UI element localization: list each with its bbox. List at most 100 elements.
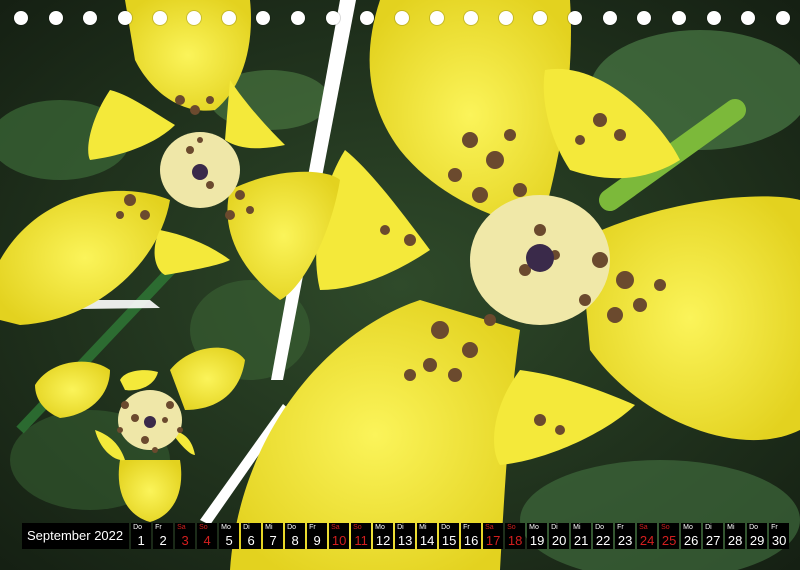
weekday-abbrev: So: [507, 524, 516, 531]
day-cell: Mo 12: [373, 523, 394, 549]
day-number: 18: [507, 533, 523, 548]
day-number: 2: [159, 533, 167, 548]
weekday-abbrev: Mi: [419, 524, 427, 531]
day-number: 17: [485, 533, 501, 548]
day-cell: Mo 19: [527, 523, 548, 549]
binding-hole: [706, 11, 721, 25]
day-cell: Mi 7: [263, 523, 284, 549]
binding-hole: [394, 11, 409, 25]
month-label: September 2022: [22, 523, 130, 549]
day-cell: Sa 17: [483, 523, 504, 549]
calendar-strip: September 2022 Do 1 Fr 2 Sa 3 So 4 Mo 5 Di 6 Mi 7 Do 8 F…: [22, 523, 790, 549]
weekday-abbrev: Sa: [177, 524, 186, 531]
weekday-abbrev: Sa: [639, 524, 648, 531]
day-cell: Sa 10: [329, 523, 350, 549]
day-cell: Fr 23: [615, 523, 636, 549]
binding-hole: [325, 11, 340, 25]
weekday-abbrev: Sa: [331, 524, 340, 531]
binding-hole: [14, 11, 28, 25]
day-cell: Do 8: [285, 523, 306, 549]
binding-hole: [360, 11, 375, 25]
weekday-abbrev: So: [199, 524, 208, 531]
weekday-abbrev: Fr: [463, 524, 470, 531]
day-number: 6: [247, 533, 255, 548]
day-cell: Fr 30: [769, 523, 790, 549]
weekday-abbrev: Di: [705, 524, 712, 531]
day-cell: Do 29: [747, 523, 768, 549]
day-number: 10: [331, 533, 347, 548]
weekday-abbrev: So: [661, 524, 670, 531]
day-number: 4: [203, 533, 211, 548]
day-number: 5: [225, 533, 233, 548]
day-cell: Sa 3: [175, 523, 196, 549]
binding-hole: [464, 11, 479, 25]
day-number: 14: [419, 533, 435, 548]
weekday-abbrev: Do: [133, 524, 143, 531]
weekday-abbrev: So: [353, 524, 362, 531]
day-number: 3: [181, 533, 189, 548]
day-number: 21: [573, 533, 589, 548]
day-number: 13: [397, 533, 413, 548]
day-number: 7: [269, 533, 277, 548]
day-number: 26: [683, 533, 699, 548]
weekday-abbrev: Do: [287, 524, 297, 531]
iris-photo-collage: [0, 0, 800, 570]
day-number: 22: [595, 533, 611, 548]
day-number: 29: [749, 533, 765, 548]
weekday-abbrev: Mi: [573, 524, 581, 531]
day-cell: So 11: [351, 523, 372, 549]
day-cell: Di 27: [703, 523, 724, 549]
binding-hole: [429, 11, 444, 25]
weekday-abbrev: Di: [397, 524, 404, 531]
binding-hole: [187, 11, 202, 25]
weekday-abbrev: Fr: [155, 524, 162, 531]
day-number: 9: [313, 533, 321, 548]
day-number: 20: [551, 533, 567, 548]
weekday-abbrev: Fr: [309, 524, 316, 531]
weekday-abbrev: Fr: [771, 524, 778, 531]
day-cell: Do 15: [439, 523, 460, 549]
binding-hole: [498, 11, 513, 25]
weekday-abbrev: Di: [243, 524, 250, 531]
day-number: 30: [771, 533, 787, 548]
weekday-abbrev: Di: [551, 524, 558, 531]
day-cell: Mi 21: [571, 523, 592, 549]
day-number: 19: [529, 533, 545, 548]
binding-hole: [221, 11, 236, 25]
binding-hole: [83, 11, 98, 25]
binding-hole: [48, 11, 63, 25]
weekday-abbrev: Sa: [485, 524, 494, 531]
day-cell: Do 22: [593, 523, 614, 549]
day-cell: So 25: [659, 523, 680, 549]
day-cell: Di 20: [549, 523, 570, 549]
day-number: 12: [375, 533, 391, 548]
weekday-abbrev: Mo: [375, 524, 385, 531]
day-cell: Mo 5: [219, 523, 240, 549]
day-cell: Di 6: [241, 523, 262, 549]
weekday-abbrev: Mo: [529, 524, 539, 531]
weekday-abbrev: Mi: [727, 524, 735, 531]
day-cell: Di 13: [395, 523, 416, 549]
day-cell: So 4: [197, 523, 218, 549]
day-list: Do 1 Fr 2 Sa 3 So 4 Mo 5 Di 6 Mi 7 Do 8 Fr 9 Sa 10 So 11 Mo 12 D…: [131, 523, 790, 549]
day-cell: Fr 16: [461, 523, 482, 549]
day-number: 27: [705, 533, 721, 548]
binding-hole: [568, 11, 582, 25]
calendar-page: September 2022 Do 1 Fr 2 Sa 3 So 4 Mo 5 Di 6 Mi 7 Do 8 F…: [0, 0, 800, 570]
weekday-abbrev: Do: [595, 524, 605, 531]
day-number: 16: [463, 533, 479, 548]
binding-hole: [117, 11, 132, 25]
weekday-abbrev: Mi: [265, 524, 273, 531]
day-cell: Mi 14: [417, 523, 438, 549]
binding-hole: [533, 11, 548, 25]
binding-hole: [637, 11, 652, 25]
day-cell: So 18: [505, 523, 526, 549]
weekday-abbrev: Mo: [683, 524, 693, 531]
binding-hole: [671, 11, 686, 25]
day-cell: Do 1: [131, 523, 152, 549]
binding-hole: [152, 11, 167, 25]
day-cell: Sa 24: [637, 523, 658, 549]
day-number: 8: [291, 533, 299, 548]
binding-hole: [741, 11, 756, 25]
day-cell: Mi 28: [725, 523, 746, 549]
